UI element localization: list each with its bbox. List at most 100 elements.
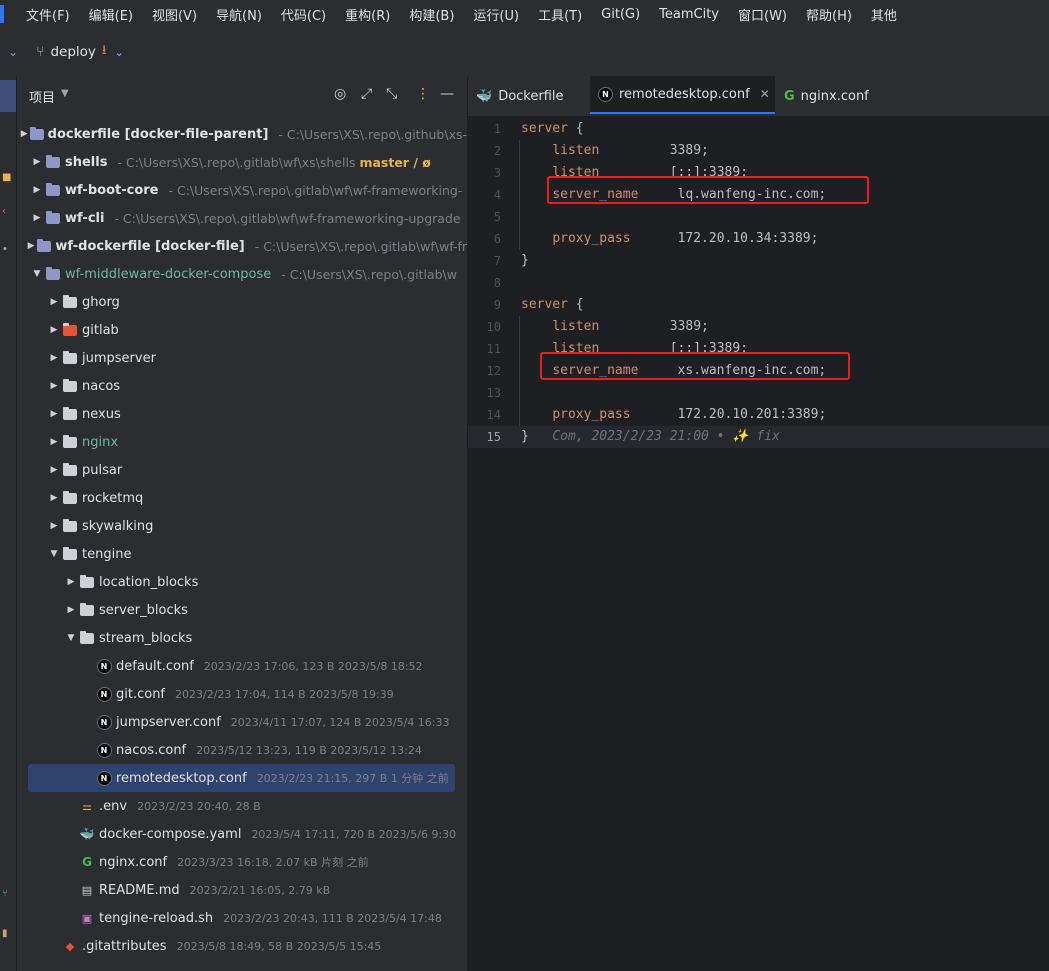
collapse-arrow-icon[interactable]: ▶ [31,157,43,167]
options-menu-icon[interactable]: ⋮ [416,86,430,102]
code-line[interactable]: 14 proxy_pass 172.20.10.201:3389; [468,404,1049,426]
tree-row[interactable]: ▶ wf-boot-core - C:\Users\XS\.repo\.gitlab… [17,176,467,204]
chevron-down-icon[interactable]: ▼ [61,88,69,99]
tree-row[interactable]: ▶ wf-cli - C:\Users\XS\.repo\.gitlab\wf\wf… [17,204,467,232]
tree-row[interactable]: ▶ shells - C:\Users\XS\.repo\.gitlab\wf\xs… [17,148,467,176]
tree-row[interactable]: Ndefault.conf 2023/2/23 17:06, 123 B 2023… [17,652,467,680]
code-line[interactable]: 5 [468,206,1049,228]
more-tools-icon[interactable]: • [2,244,8,255]
collapse-arrow-icon[interactable]: ▶ [48,437,60,447]
bookmarks-icon[interactable]: ■ [2,172,11,183]
branch-chevron-down-icon[interactable]: ⌄ [114,46,123,59]
code-line[interactable]: 9 server { [468,294,1049,316]
tree-row[interactable]: Njumpserver.conf 2023/4/11 17:07, 124 B 2… [17,708,467,736]
line-number: 7 [493,254,501,268]
expand-arrow-icon[interactable]: ▼ [65,633,77,643]
expand-arrow-icon[interactable]: ▼ [31,269,43,279]
collapse-arrow-icon[interactable]: ▶ [31,185,43,195]
collapse-arrow-icon[interactable]: ▶ [65,605,77,615]
tree-row[interactable]: ▶ server_blocks [17,596,467,624]
tree-row[interactable]: ⚌ .env 2023/2/23 20:40, 28 B [17,792,467,820]
tree-row[interactable]: Nnacos.conf 2023/5/12 13:23, 119 B 2023/5… [17,736,467,764]
collapse-arrow-icon[interactable]: ▶ [48,381,60,391]
tree-row[interactable]: Gnginx.conf 2023/3/23 16:18, 2.07 kB 片刻 之… [17,848,467,876]
collapse-arrow-icon[interactable]: ▶ [48,465,60,475]
menu-item[interactable]: 编辑(E) [89,5,133,24]
editor-tab[interactable]: Gnginx.conf [776,76,899,116]
tree-row[interactable]: ▼ wf-middleware-docker-compose - C:\Users\… [17,260,467,288]
expand-all-icon[interactable]: ⤢ [361,86,372,102]
project-tool-window-button[interactable] [0,80,16,112]
collapse-arrow-icon[interactable]: ▶ [48,325,60,335]
tree-row[interactable]: ▶ nacos [17,372,467,400]
git-branch-icon[interactable]: ⑂ [36,44,44,60]
code-line[interactable]: 10 listen 3389; [468,316,1049,338]
editor-tab[interactable]: Nremotedesktop.conf ✕ [590,76,775,114]
menu-item[interactable]: 重构(R) [345,5,390,24]
tree-row[interactable]: ▼ stream_blocks [17,624,467,652]
close-icon[interactable]: ✕ [760,87,770,101]
problems-icon[interactable]: ‹ [2,206,6,217]
tree-row[interactable]: ▶ nginx [17,428,467,456]
tree-row[interactable]: ▶ location_blocks [17,568,467,596]
code-line[interactable]: 7} [468,250,1049,272]
expand-arrow-icon[interactable]: ▼ [48,549,60,559]
menu-item[interactable]: 文件(F) [26,5,70,24]
code-line[interactable]: 15} Com, 2023/2/23 21:00 • ✨ fix [468,426,1049,448]
tree-row[interactable]: ▶ ghorg [17,288,467,316]
tree-row-selected[interactable]: Nremotedesktop.conf 2023/2/23 21:15, 297 … [28,764,455,792]
project-widget-chevron-icon[interactable]: ⌄ [8,45,18,59]
tree-row[interactable]: ▶ jumpserver [17,344,467,372]
collapse-arrow-icon[interactable]: ▶ [48,353,60,363]
code-line[interactable]: 13 [468,382,1049,404]
tree-row[interactable]: ▶ wf-dockerfile [docker-file] - C:\Users\X… [17,232,467,260]
menu-item[interactable]: TeamCity [659,7,719,22]
menu-item[interactable]: 工具(T) [538,5,582,24]
menu-item[interactable]: 窗口(W) [738,5,787,24]
tree-row[interactable]: 🐳 docker-compose.yaml 2023/5/4 17:11, 720 … [17,820,467,848]
collapse-all-icon[interactable]: ⤡ [386,86,397,102]
code-line[interactable]: 8 [468,272,1049,294]
collapse-arrow-icon[interactable]: ▶ [48,493,60,503]
tree-row[interactable]: ▶ rocketmq [17,484,467,512]
menu-item[interactable]: 导航(N) [216,5,262,24]
tree-row[interactable]: ▶ nexus [17,400,467,428]
project-view-title[interactable]: 项目 [29,87,55,106]
menu-item[interactable]: 运行(U) [473,5,519,24]
locate-file-icon[interactable]: ◎ [334,86,346,102]
collapse-arrow-icon[interactable]: ▶ [31,213,43,223]
tree-row[interactable]: ▤ README.md 2023/2/21 16:05, 2.79 kB [17,876,467,904]
tree-row[interactable]: ▣ tengine-reload.sh 2023/2/23 20:43, 111 B… [17,904,467,932]
tree-item-name: wf-boot-core [65,183,158,198]
code-text: proxy_pass 172.20.10.34:3389; [521,228,818,250]
collapse-arrow-icon[interactable]: ▶ [48,409,60,419]
tree-row[interactable]: ▼ tengine [17,540,467,568]
collapse-arrow-icon[interactable]: ▶ [65,577,77,587]
menu-item[interactable]: 帮助(H) [806,5,852,24]
menu-item[interactable]: 其他 [871,5,897,24]
tree-row[interactable]: ▶ pulsar [17,456,467,484]
terminal-icon[interactable]: ▮ [2,928,8,939]
tree-row[interactable]: Ngit.conf 2023/2/23 17:04, 114 B 2023/5/8… [17,680,467,708]
git-tool-icon[interactable]: ⑂ [2,888,8,899]
tree-row[interactable]: ▶ dockerfile [docker-file-parent] - C:\Use… [17,120,467,148]
collapse-arrow-icon[interactable]: ▶ [48,297,60,307]
menu-item[interactable]: 代码(C) [281,5,326,24]
collapse-arrow-icon[interactable]: ▶ [27,241,35,251]
collapse-arrow-icon[interactable]: ▶ [48,521,60,531]
code-line[interactable]: 2 listen 3389; [468,140,1049,162]
tree-item-label: tengine-reload.sh [99,910,214,926]
menu-item[interactable]: 视图(V) [152,5,197,24]
hide-panel-icon[interactable]: — [440,86,454,102]
tree-row[interactable]: ▶ skywalking [17,512,467,540]
menu-item[interactable]: 构建(B) [409,5,454,24]
editor-tab[interactable]: 🐳 Dockerfile [468,76,589,116]
menu-item[interactable]: Git(G) [601,7,640,22]
code-line[interactable]: 6 proxy_pass 172.20.10.34:3389; [468,228,1049,250]
tree-item-name: .gitattributes [82,939,167,954]
tree-row[interactable]: ▶ gitlab [17,316,467,344]
branch-widget[interactable]: deploy [50,44,95,60]
tree-row[interactable]: ◆ .gitattributes 2023/5/8 18:49, 58 B 2023… [17,932,467,960]
collapse-arrow-icon[interactable]: ▶ [21,129,28,139]
code-line[interactable]: 1 server { [468,118,1049,140]
